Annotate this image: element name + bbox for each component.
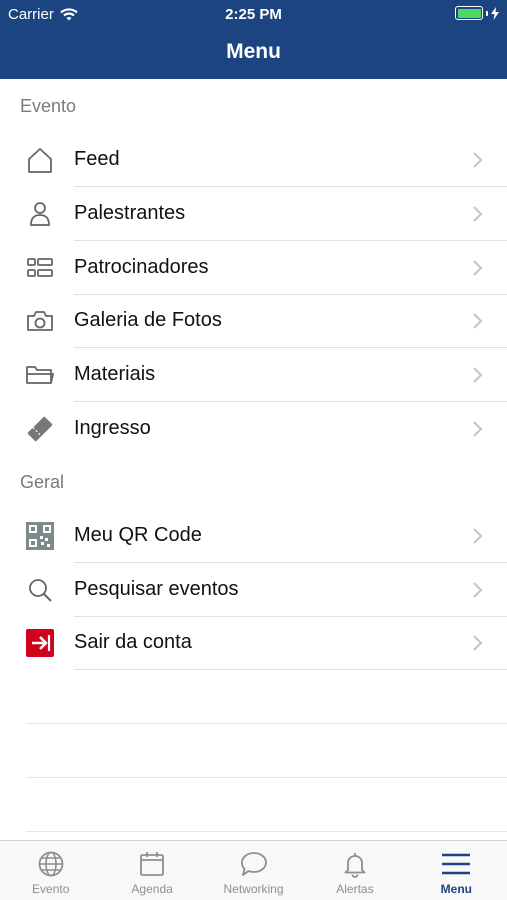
camera-icon xyxy=(23,306,57,336)
status-bar: Carrier 2:25 PM xyxy=(0,0,507,28)
chevron-right-icon xyxy=(473,582,483,598)
menu-item-label: Patrocinadores xyxy=(74,256,209,278)
tab-label: Agenda xyxy=(131,882,173,896)
menu-item-label: Palestrantes xyxy=(74,202,186,224)
table-separator xyxy=(26,777,507,778)
tab-menu[interactable]: Menu xyxy=(406,841,507,900)
menu-item-ingresso[interactable]: Ingresso xyxy=(0,402,507,456)
battery-indicator xyxy=(455,6,499,20)
tab-label: Networking xyxy=(223,882,284,896)
tab-label: Evento xyxy=(32,882,70,896)
chevron-right-icon xyxy=(473,367,483,383)
chat-bubble-icon xyxy=(239,849,269,879)
chevron-right-icon xyxy=(473,313,483,329)
qr-code-icon xyxy=(23,521,57,551)
section-header-geral: Geral xyxy=(20,472,65,492)
tab-label: Menu xyxy=(440,882,472,896)
tab-alertas[interactable]: Alertas xyxy=(304,841,405,900)
menu-item-label: Galeria de Fotos xyxy=(74,309,222,331)
folder-icon xyxy=(23,360,57,390)
menu-item-feed[interactable]: Feed xyxy=(0,133,507,187)
menu-item-label: Meu QR Code xyxy=(74,524,202,546)
menu-item-patrocinadores[interactable]: Patrocinadores xyxy=(0,241,507,295)
calendar-icon xyxy=(137,849,167,879)
hamburger-menu-icon xyxy=(441,849,471,879)
tab-bar: Evento Agenda Networking Alertas Menu xyxy=(0,840,507,900)
globe-icon xyxy=(36,849,66,879)
tab-agenda[interactable]: Agenda xyxy=(101,841,202,900)
menu-item-materiais[interactable]: Materiais xyxy=(0,348,507,402)
tab-evento[interactable]: Evento xyxy=(0,841,101,900)
list-icon xyxy=(23,253,57,283)
menu-item-sair-da-conta[interactable]: Sair da conta xyxy=(0,616,507,670)
menu-item-pesquisar-eventos[interactable]: Pesquisar eventos xyxy=(0,563,507,617)
chevron-right-icon xyxy=(473,635,483,651)
menu-item-label: Feed xyxy=(74,148,120,170)
search-icon xyxy=(23,575,57,605)
menu-item-label: Ingresso xyxy=(74,417,151,439)
person-icon xyxy=(23,199,57,229)
bell-icon xyxy=(340,849,370,879)
menu-item-label: Sair da conta xyxy=(74,631,192,653)
menu-item-meu-qr-code[interactable]: Meu QR Code xyxy=(0,509,507,563)
chevron-right-icon xyxy=(473,152,483,168)
menu-item-galeria-de-fotos[interactable]: Galeria de Fotos xyxy=(0,294,507,348)
chevron-right-icon xyxy=(473,528,483,544)
tab-label: Alertas xyxy=(336,882,374,896)
logout-icon xyxy=(23,628,57,658)
chevron-right-icon xyxy=(473,421,483,437)
table-separator xyxy=(26,723,507,724)
table-separator xyxy=(26,831,507,832)
menu-item-palestrantes[interactable]: Palestrantes xyxy=(0,187,507,241)
home-icon xyxy=(23,145,57,175)
status-time: 2:25 PM xyxy=(225,6,282,23)
menu-item-label: Pesquisar eventos xyxy=(74,578,239,600)
section-header-evento: Evento xyxy=(20,96,77,116)
navigation-header: Carrier 2:25 PM Menu xyxy=(0,0,507,79)
chevron-right-icon xyxy=(473,206,483,222)
tab-networking[interactable]: Networking xyxy=(203,841,304,900)
battery-icon xyxy=(455,6,483,20)
page-title: Menu xyxy=(226,40,281,63)
chevron-right-icon xyxy=(473,260,483,276)
menu-item-label: Materiais xyxy=(74,363,156,385)
charging-bolt-icon xyxy=(491,6,499,20)
ticket-icon xyxy=(23,414,57,444)
